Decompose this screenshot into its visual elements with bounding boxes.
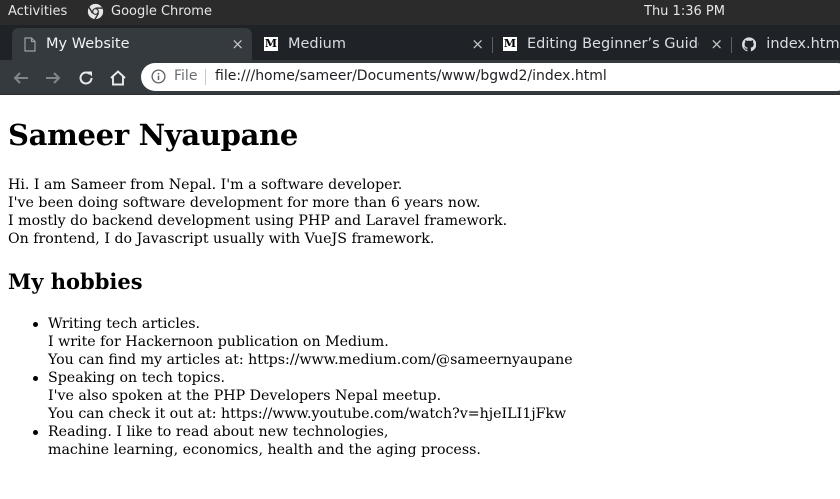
reload-button[interactable]: [75, 67, 97, 89]
arrow-left-icon: [13, 72, 28, 84]
intro-line: I mostly do backend development using PH…: [8, 213, 508, 229]
browser-toolbar: File file:///home/sameer/Documents/www/b…: [0, 60, 840, 94]
github-icon: [742, 36, 757, 51]
arrow-right-icon: [46, 72, 61, 84]
omnibox-divider: [205, 69, 206, 85]
app-name-label: Google Chrome: [111, 4, 212, 19]
intro-line: On frontend, I do Javascript usually wit…: [8, 231, 435, 247]
list-item: Writing tech articles. I write for Hacke…: [33, 315, 573, 369]
tab-strip: My Website × M Medium × M Editing Beginn…: [0, 25, 840, 60]
close-icon[interactable]: ×: [471, 35, 484, 53]
intro-line: Hi. I am Sameer from Nepal. I'm a softwa…: [8, 177, 403, 193]
tab-title: My Website: [46, 36, 130, 52]
app-menu[interactable]: Google Chrome: [87, 3, 212, 20]
hobby-line: machine learning, economics, health and …: [48, 442, 481, 458]
url-text[interactable]: file:///home/sameer/Documents/www/bgwd2/…: [215, 68, 607, 84]
info-icon[interactable]: [151, 69, 166, 84]
bullet: [33, 376, 38, 381]
bullet: [33, 430, 38, 435]
home-button[interactable]: [107, 67, 129, 89]
hobby-line: Speaking on tech topics.: [48, 370, 225, 386]
close-icon[interactable]: ×: [710, 35, 723, 53]
intro-paragraph: Hi. I am Sameer from Nepal. I'm a softwa…: [8, 176, 507, 248]
intro-line: I've been doing software development for…: [8, 195, 481, 211]
address-bar[interactable]: File file:///home/sameer/Documents/www/b…: [141, 63, 840, 91]
hobby-line: Reading. I like to read about new techno…: [48, 424, 389, 440]
tab-title: Editing Beginner’s Guide: [527, 36, 699, 52]
system-top-bar: Activities Google Chrome Thu 1:36 PM: [0, 0, 840, 25]
back-button[interactable]: [10, 67, 32, 89]
forward-button[interactable]: [42, 67, 64, 89]
activities-button[interactable]: Activities: [8, 4, 67, 19]
hobby-line: I've also spoken at the PHP Developers N…: [48, 388, 442, 404]
home-icon: [110, 70, 126, 86]
tab-title: Medium: [288, 36, 346, 52]
tab-my-website[interactable]: My Website ×: [12, 28, 252, 60]
hobbies-heading: My hobbies: [8, 269, 143, 294]
clock[interactable]: Thu 1:36 PM: [644, 4, 725, 19]
page-content: Sameer Nyaupane Hi. I am Sameer from Nep…: [0, 95, 840, 499]
hobbies-list: Writing tech articles. I write for Hacke…: [33, 315, 573, 459]
list-item: Speaking on tech topics. I've also spoke…: [33, 369, 573, 423]
scheme-label: File: [174, 68, 198, 84]
list-item: Reading. I like to read about new techno…: [33, 423, 573, 459]
page-title: Sameer Nyaupane: [8, 118, 299, 152]
chrome-logo-icon: [87, 3, 104, 20]
document-icon: [24, 36, 36, 52]
bullet: [33, 322, 38, 327]
tab-medium[interactable]: M Medium ×: [252, 28, 492, 60]
hobby-line: Writing tech articles.: [48, 316, 201, 332]
hobby-line: You can find my articles at: https://www…: [48, 352, 573, 368]
close-icon[interactable]: ×: [231, 35, 244, 53]
hobby-line: You can check it out at: https://www.you…: [48, 406, 567, 422]
tab-title: index.html: [766, 36, 840, 52]
hobby-line: I write for Hackernoon publication on Me…: [48, 334, 389, 350]
reload-icon: [79, 71, 93, 85]
tab-editing-guide[interactable]: M Editing Beginner’s Guide ×: [491, 28, 731, 60]
medium-logo-icon: M: [264, 37, 278, 51]
medium-logo-icon: M: [503, 37, 517, 51]
tab-index-html[interactable]: index.html: [730, 28, 840, 60]
